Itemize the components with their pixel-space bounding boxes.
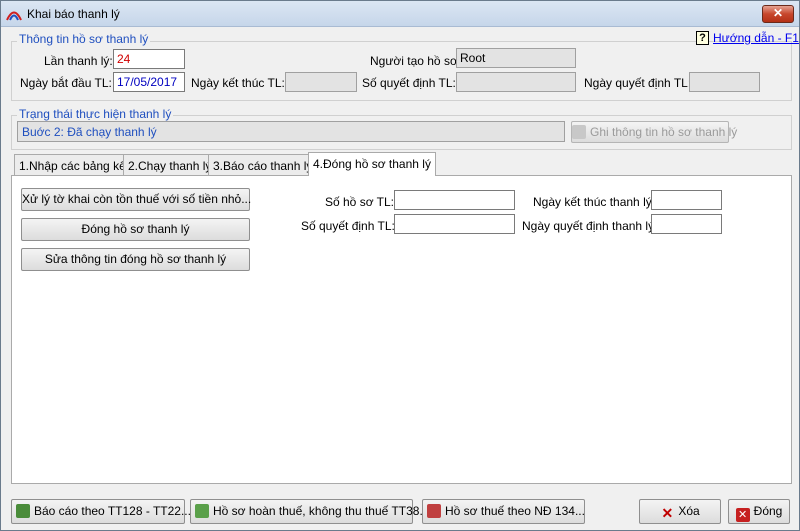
delete-button[interactable]: ✕ Xóa: [639, 499, 721, 524]
ngay-quyet-dinh-thanh-ly-field[interactable]: [651, 214, 722, 234]
help-link[interactable]: Hướng dẫn - F1: [713, 31, 799, 45]
delete-button-label: Xóa: [678, 504, 700, 518]
window-title: Khai báo thanh lý: [27, 7, 120, 21]
report-icon: [16, 504, 30, 518]
app-icon: [6, 11, 22, 21]
so-ho-so-label: Số hồ sơ TL:: [325, 195, 395, 209]
save-info-button[interactable]: Ghi thông tin hồ sơ thanh lý: [571, 121, 737, 143]
refund-button-label: Hồ sơ hoàn thuế, không thu thuế TT38...: [213, 504, 430, 518]
tab-bao-cao-thanh-ly[interactable]: 3.Báo cáo thanh lý: [208, 154, 318, 175]
so-quyet-dinh-field: [456, 72, 576, 92]
nguoi-tao-field: Root: [456, 48, 576, 68]
ngay-ket-thuc-label: Ngày kết thúc TL:: [191, 76, 285, 90]
window-close-button[interactable]: ✕: [762, 5, 794, 23]
ngay-quyet-dinh-thanh-ly-label: Ngày quyết định thanh lý:: [522, 219, 658, 233]
sua-thong-tin-button[interactable]: Sửa thông tin đóng hồ sơ thanh lý: [21, 248, 250, 271]
status-field: Buớc 2: Đã chạy thanh lý: [17, 121, 565, 142]
so-quyet-dinh-label: Số quyết định TL:: [362, 76, 456, 90]
ngay-ket-thuc-thanh-ly-label: Ngày kết thúc thanh lý:: [533, 195, 656, 209]
refund-button[interactable]: Hồ sơ hoàn thuế, không thu thuế TT38...: [190, 499, 429, 524]
ngay-ket-thuc-thanh-ly-field[interactable]: [651, 190, 722, 210]
ngay-quyet-dinh-field: [689, 72, 760, 92]
lan-thanh-ly-field[interactable]: 24: [113, 49, 185, 69]
report-button-label: Báo cáo theo TT128 - TT22...: [34, 504, 191, 518]
tab-chay-thanh-ly[interactable]: 2.Chạy thanh lý: [123, 154, 217, 175]
tax-record-icon: [427, 504, 441, 518]
close-icon: ✕: [735, 508, 750, 522]
so-quyet-dinh-tl-label: Số quyết định TL:: [301, 219, 395, 233]
so-ho-so-field[interactable]: [394, 190, 515, 210]
tab-dong-ho-so[interactable]: 4.Đóng hồ sơ thanh lý: [308, 152, 436, 176]
status-group-title: Trạng thái thực hiện thanh lý: [17, 107, 174, 121]
lan-thanh-ly-label: Lần thanh lý:: [44, 54, 113, 68]
delete-icon: ✕: [661, 505, 674, 521]
close-button-label: Đóng: [753, 504, 783, 518]
tax-record-button-label: Hồ sơ thuế theo NĐ 134...: [445, 504, 585, 518]
dialog-window: Khai báo thanh lý ✕ Thông tin hồ sơ than…: [0, 0, 800, 531]
so-quyet-dinh-tl-field[interactable]: [394, 214, 515, 234]
report-button[interactable]: Báo cáo theo TT128 - TT22...: [11, 499, 191, 524]
ngay-bat-dau-label: Ngày bắt đầu TL:: [20, 76, 112, 90]
xu-ly-to-khai-button[interactable]: Xử lý tờ khai còn tồn thuế với số tiền n…: [21, 188, 251, 211]
ngay-ket-thuc-field: [285, 72, 357, 92]
refund-icon: [195, 504, 209, 518]
save-info-label: Ghi thông tin hồ sơ thanh lý: [590, 125, 738, 139]
nguoi-tao-label: Người tạo hồ sơ:: [370, 54, 462, 68]
tab-nhap-bang-ke[interactable]: 1.Nhập các bảng kê: [14, 154, 131, 175]
ngay-bat-dau-field[interactable]: 17/05/2017: [113, 72, 185, 92]
save-icon: [572, 125, 586, 139]
title-bar[interactable]: Khai báo thanh lý ✕: [1, 1, 799, 27]
question-icon: ?: [696, 31, 709, 45]
close-button[interactable]: ✕ Đóng: [728, 499, 790, 524]
dong-ho-so-button[interactable]: Đóng hồ sơ thanh lý: [21, 218, 250, 241]
info-group-title: Thông tin hồ sơ thanh lý: [17, 32, 151, 46]
tax-record-button[interactable]: Hồ sơ thuế theo NĐ 134...: [422, 499, 585, 524]
ngay-quyet-dinh-label: Ngày quyết định TL:: [584, 76, 692, 90]
